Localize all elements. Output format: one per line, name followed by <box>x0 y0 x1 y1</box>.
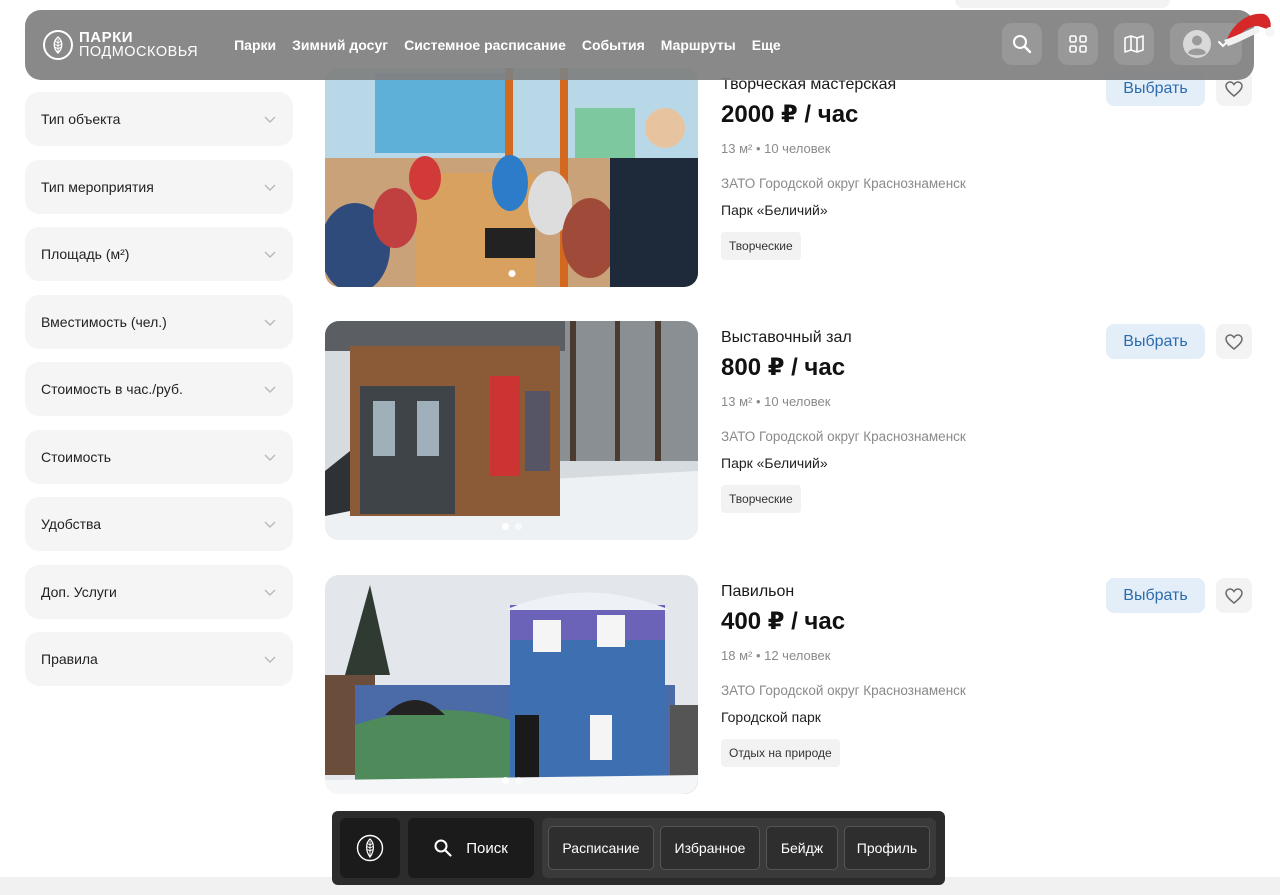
dock-menu-group: Расписание Избранное Бейдж Профиль <box>542 818 936 878</box>
filter-label: Тип мероприятия <box>41 178 154 195</box>
main-nav: Парки Зимний досуг Системное расписание … <box>234 37 797 53</box>
dock-search-label: Поиск <box>466 839 508 857</box>
user-icon <box>1183 30 1211 58</box>
listing-photo-workshop[interactable] <box>325 68 698 287</box>
listing-type: Павильон <box>721 583 795 600</box>
chevron-down-icon <box>264 184 276 191</box>
photo-carousel-dots[interactable] <box>505 270 518 277</box>
listing-location: ЗАТО Городской округ Краснознаменск <box>721 683 966 698</box>
chevron-down-icon <box>264 116 276 123</box>
filter-label: Стоимость в час./руб. <box>41 381 183 397</box>
filter-label: Правила <box>41 651 98 667</box>
listing-info: Выставочный зал 800 ₽ / час 13 м² • 10 ч… <box>721 321 966 513</box>
filter-label: Вместимость (чел.) <box>41 313 167 330</box>
nav-parks[interactable]: Парки <box>234 37 276 53</box>
listing-card: Творческая мастерская 2000 ₽ / час 13 м²… <box>325 68 1255 288</box>
search-button[interactable] <box>1002 23 1042 65</box>
chevron-down-icon <box>264 454 276 461</box>
listing-price: 400 ₽ / час <box>721 608 846 635</box>
dock-search-button[interactable]: Поиск <box>408 818 534 878</box>
filter-rules[interactable]: Правила <box>25 632 293 686</box>
search-icon <box>434 839 452 857</box>
filters-sidebar: Тип объекта Тип мероприятия Площадь (м²)… <box>25 92 293 700</box>
heart-icon <box>1225 333 1243 350</box>
photo-carousel-dots[interactable] <box>499 777 525 784</box>
listing-photo-exhibition-hall[interactable] <box>325 321 698 540</box>
filter-price[interactable]: Стоимость <box>25 429 293 484</box>
listing-card: Павильон 400 ₽ / час 18 м² • 12 человек … <box>325 575 1255 795</box>
bottom-dock: Поиск Расписание Избранное Бейдж Профиль <box>332 811 945 885</box>
choose-button[interactable]: Выбрать <box>1106 578 1205 613</box>
heart-icon <box>1225 80 1243 97</box>
filter-hourly-price[interactable]: Стоимость в час./руб. <box>25 362 293 416</box>
chevron-down-icon <box>264 251 276 258</box>
chevron-down-icon <box>264 521 276 528</box>
listing-size-capacity: 13 м² • 10 человек <box>721 141 831 156</box>
listing-size-capacity: 18 м² • 12 человек <box>721 648 831 663</box>
nav-more[interactable]: Еще <box>752 37 781 53</box>
listing-tag: Творческие <box>721 232 801 260</box>
chevron-down-icon <box>264 656 276 663</box>
listing-park[interactable]: Городской парк <box>721 709 966 725</box>
nav-system-schedule[interactable]: Системное расписание <box>404 37 566 53</box>
filter-label: Площадь (м²) <box>41 246 130 262</box>
listing-price: 2000 ₽ / час <box>721 101 859 128</box>
nav-routes[interactable]: Маршруты <box>661 37 736 53</box>
listing-location: ЗАТО Городской округ Краснознаменск <box>721 429 966 444</box>
filter-label: Стоимость <box>41 448 112 465</box>
top-ghost-bar <box>955 0 1170 8</box>
listing-size-capacity: 13 м² • 10 человек <box>721 394 831 409</box>
leaf-logo-icon <box>356 834 384 862</box>
listing-park[interactable]: Парк «Беличий» <box>721 455 966 471</box>
chevron-down-icon <box>264 319 276 326</box>
filter-amenities[interactable]: Удобства <box>25 497 293 551</box>
catalog-grid-button[interactable] <box>1058 23 1098 65</box>
dock-home-button[interactable] <box>340 818 400 878</box>
dock-badge-button[interactable]: Бейдж <box>766 826 838 870</box>
nav-events[interactable]: События <box>582 37 645 53</box>
filter-extra-services[interactable]: Доп. Услуги <box>25 564 293 619</box>
top-header: ПАРКИ ПОДМОСКОВЬЯ Парки Зимний досуг Сис… <box>25 10 1254 80</box>
leaf-logo-icon <box>43 30 73 60</box>
listing-tag: Творческие <box>721 485 801 513</box>
heart-icon <box>1225 587 1243 604</box>
map-button[interactable] <box>1114 23 1154 65</box>
listing-info: Павильон 400 ₽ / час 18 м² • 12 человек … <box>721 575 966 767</box>
grid-icon <box>1069 35 1087 53</box>
listing-card: Выставочный зал 800 ₽ / час 13 м² • 10 ч… <box>325 321 1255 541</box>
dock-favorites-button[interactable]: Избранное <box>660 826 760 870</box>
dock-profile-button[interactable]: Профиль <box>844 826 930 870</box>
favorite-button[interactable] <box>1216 578 1252 613</box>
favorite-button[interactable] <box>1216 324 1252 359</box>
chevron-down-icon <box>264 386 276 393</box>
listing-type: Выставочный зал <box>721 329 852 346</box>
santa-hat-icon <box>1224 13 1275 46</box>
nav-winter-leisure[interactable]: Зимний досуг <box>292 37 388 53</box>
filter-label: Удобства <box>41 516 102 532</box>
filter-label: Доп. Услуги <box>41 583 117 600</box>
dock-schedule-button[interactable]: Расписание <box>548 826 654 870</box>
photo-carousel-dots[interactable] <box>499 523 525 530</box>
logo-line-1: ПАРКИ <box>79 29 134 46</box>
listing-photo-pavilion[interactable] <box>325 575 698 794</box>
map-icon <box>1124 35 1144 53</box>
choose-button[interactable]: Выбрать <box>1106 324 1205 359</box>
filter-label: Тип объекта <box>41 111 121 127</box>
listing-info: Творческая мастерская 2000 ₽ / час 13 м²… <box>721 68 966 260</box>
listing-park[interactable]: Парк «Беличий» <box>721 202 966 218</box>
filter-event-type[interactable]: Тип мероприятия <box>25 159 293 214</box>
listing-location: ЗАТО Городской округ Краснознаменск <box>721 176 966 191</box>
site-logo[interactable]: ПАРКИ ПОДМОСКОВЬЯ <box>43 30 198 60</box>
search-icon <box>1013 35 1032 54</box>
listing-tag: Отдых на природе <box>721 739 840 767</box>
listing-price: 800 ₽ / час <box>721 354 846 381</box>
filter-capacity[interactable]: Вместимость (чел.) <box>25 294 293 349</box>
filter-object-type[interactable]: Тип объекта <box>25 92 293 146</box>
chevron-down-icon <box>264 589 276 596</box>
logo-line-2: ПОДМОСКОВЬЯ <box>79 44 199 60</box>
filter-area[interactable]: Площадь (м²) <box>25 227 293 281</box>
